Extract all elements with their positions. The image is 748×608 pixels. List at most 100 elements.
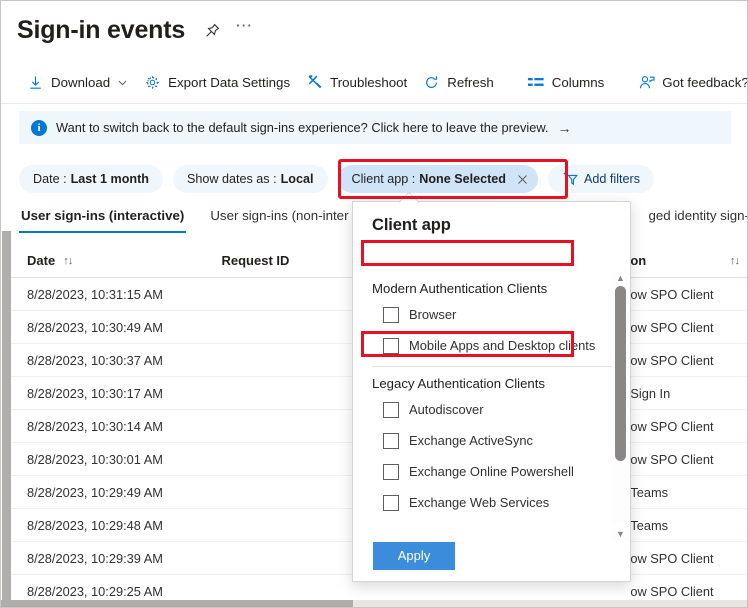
filter-pill-show-dates-as-label: Show dates as : bbox=[187, 172, 277, 186]
filter-pill-show-dates-as-value: Local bbox=[281, 172, 314, 186]
command-bar: Download Export Data Settings bbox=[1, 61, 748, 104]
add-filters-label: Add filters bbox=[584, 172, 640, 186]
sort-icon[interactable]: ↑↓ bbox=[63, 255, 72, 267]
column-header-application[interactable]: on ↑↓ bbox=[622, 253, 748, 268]
filter-pill-bar: Date : Last 1 month Show dates as : Loca… bbox=[19, 165, 654, 193]
option-exchange-online-powershell-label: Exchange Online Powershell bbox=[409, 464, 574, 479]
filter-pill-client-app[interactable]: Client app : None Selected bbox=[338, 165, 539, 193]
checkbox-icon[interactable] bbox=[383, 307, 399, 323]
columns-icon bbox=[528, 74, 545, 91]
option-autodiscover[interactable]: Autodiscover bbox=[353, 394, 630, 425]
tab-user-signins-non-interactive-label: User sign-ins (non-inter bbox=[210, 208, 348, 223]
export-data-settings-button[interactable]: Export Data Settings bbox=[136, 67, 298, 97]
option-exchange-online-powershell[interactable]: Exchange Online Powershell bbox=[353, 456, 630, 487]
option-exchange-activesync[interactable]: Exchange ActiveSync bbox=[353, 425, 630, 456]
page-horizontal-scrollbar-thumb[interactable] bbox=[1, 600, 353, 607]
checkbox-icon[interactable] bbox=[383, 433, 399, 449]
cell-date: 8/28/2023, 10:30:37 AM bbox=[9, 353, 204, 368]
columns-label: Columns bbox=[552, 75, 604, 90]
download-label: Download bbox=[51, 75, 110, 90]
troubleshoot-button[interactable]: Troubleshoot bbox=[298, 67, 415, 97]
checkbox-icon[interactable] bbox=[383, 402, 399, 418]
tab-user-signins-non-interactive[interactable]: User sign-ins (non-inter bbox=[208, 204, 350, 233]
cell-application: Teams bbox=[622, 518, 748, 533]
add-filter-icon bbox=[562, 172, 578, 186]
cell-date: 8/28/2023, 10:29:25 AM bbox=[9, 584, 204, 599]
group-label-modern-authentication-clients: Modern Authentication Clients bbox=[353, 272, 630, 299]
cell-application: ow SPO Client bbox=[622, 320, 748, 335]
column-header-date-label: Date bbox=[27, 253, 55, 268]
column-header-application-label: on bbox=[630, 253, 646, 268]
page-vertical-scrollbar-thumb[interactable] bbox=[2, 231, 11, 608]
cell-application: Teams bbox=[622, 485, 748, 500]
filter-pill-show-dates-as[interactable]: Show dates as : Local bbox=[173, 165, 328, 193]
info-icon: i bbox=[31, 120, 47, 136]
cell-date: 8/28/2023, 10:29:48 AM bbox=[9, 518, 204, 533]
filter-pill-date-value: Last 1 month bbox=[71, 172, 149, 186]
cell-date: 8/28/2023, 10:30:14 AM bbox=[9, 419, 204, 434]
cell-application: ow SPO Client bbox=[622, 551, 748, 566]
refresh-label: Refresh bbox=[447, 75, 494, 90]
cell-application: ow SPO Client bbox=[622, 419, 748, 434]
close-icon[interactable] bbox=[514, 171, 530, 187]
scroll-up-arrow-icon[interactable]: ▲ bbox=[615, 274, 626, 283]
preview-banner[interactable]: i Want to switch back to the default sig… bbox=[19, 111, 731, 144]
tab-user-signins-interactive-label: User sign-ins (interactive) bbox=[21, 208, 184, 223]
option-browser-label: Browser bbox=[409, 307, 456, 322]
option-exchange-activesync-label: Exchange ActiveSync bbox=[409, 433, 533, 448]
sign-in-events-screen: Sign-in events ⋯ Download bbox=[0, 0, 748, 608]
title-row: Sign-in events ⋯ bbox=[1, 1, 748, 59]
option-autodiscover-label: Autodiscover bbox=[409, 402, 484, 417]
cell-date: 8/28/2023, 10:30:49 AM bbox=[9, 320, 204, 335]
download-button[interactable]: Download bbox=[19, 67, 136, 97]
page-vertical-scrollbar[interactable] bbox=[2, 231, 11, 608]
tab-user-signins-interactive[interactable]: User sign-ins (interactive) bbox=[19, 204, 186, 233]
panel-fade-mask bbox=[353, 523, 630, 529]
page-horizontal-scrollbar[interactable] bbox=[1, 600, 748, 607]
got-feedback-label: Got feedback? bbox=[662, 75, 748, 90]
cell-application: Sign In bbox=[622, 386, 748, 401]
ellipsis-icon[interactable]: ⋯ bbox=[233, 15, 255, 45]
chevron-down-icon[interactable] bbox=[117, 77, 128, 88]
panel-scrollbar-thumb[interactable] bbox=[615, 286, 626, 461]
cell-application: ow SPO Client bbox=[622, 584, 748, 599]
cell-date: 8/28/2023, 10:29:39 AM bbox=[9, 551, 204, 566]
refresh-icon bbox=[423, 74, 440, 91]
gear-icon bbox=[144, 74, 161, 91]
feedback-icon bbox=[638, 74, 655, 91]
group-label-legacy-authentication-clients: Legacy Authentication Clients bbox=[353, 367, 630, 394]
apply-button[interactable]: Apply bbox=[373, 542, 455, 570]
cell-date: 8/28/2023, 10:30:01 AM bbox=[9, 452, 204, 467]
cell-date: 8/28/2023, 10:30:17 AM bbox=[9, 386, 204, 401]
checkbox-icon[interactable] bbox=[383, 495, 399, 511]
filter-pill-date[interactable]: Date : Last 1 month bbox=[19, 165, 163, 193]
option-exchange-web-services-label: Exchange Web Services bbox=[409, 495, 549, 510]
arrow-right-icon: → bbox=[557, 120, 571, 136]
troubleshoot-label: Troubleshoot bbox=[330, 75, 407, 90]
pin-icon[interactable] bbox=[201, 19, 223, 41]
panel-footer: Apply bbox=[353, 529, 630, 581]
refresh-button[interactable]: Refresh bbox=[415, 67, 502, 97]
option-browser[interactable]: Browser bbox=[353, 299, 630, 330]
preview-banner-text: Want to switch back to the default sign-… bbox=[56, 120, 548, 135]
export-data-settings-label: Export Data Settings bbox=[168, 75, 290, 90]
cell-application: ow SPO Client bbox=[622, 287, 748, 302]
got-feedback-button[interactable]: Got feedback? bbox=[630, 67, 748, 97]
tab-managed-identity-signins[interactable]: ged identity sign- bbox=[646, 204, 748, 233]
download-icon bbox=[27, 74, 44, 91]
add-filters-button[interactable]: Add filters bbox=[548, 165, 654, 193]
panel-vertical-scrollbar[interactable]: ▲ ▼ bbox=[612, 272, 629, 541]
cell-application: ow SPO Client bbox=[622, 353, 748, 368]
panel-callout-arrow bbox=[399, 192, 419, 203]
option-exchange-web-services[interactable]: Exchange Web Services bbox=[353, 487, 630, 518]
checkbox-icon[interactable] bbox=[383, 464, 399, 480]
tab-managed-identity-signins-label: ged identity sign- bbox=[648, 208, 748, 223]
scroll-down-arrow-icon[interactable]: ▼ bbox=[615, 530, 626, 539]
column-header-date[interactable]: Date ↑↓ bbox=[9, 253, 203, 268]
sort-icon-application[interactable]: ↑↓ bbox=[730, 255, 739, 267]
client-app-filter-panel: Client app Modern Authentication Clients… bbox=[352, 201, 631, 582]
columns-button[interactable]: Columns bbox=[520, 67, 612, 97]
option-mobile-apps-and-desktop-clients[interactable]: Mobile Apps and Desktop clients bbox=[353, 330, 630, 361]
checkbox-icon[interactable] bbox=[383, 338, 399, 354]
cell-application: ow SPO Client bbox=[622, 452, 748, 467]
